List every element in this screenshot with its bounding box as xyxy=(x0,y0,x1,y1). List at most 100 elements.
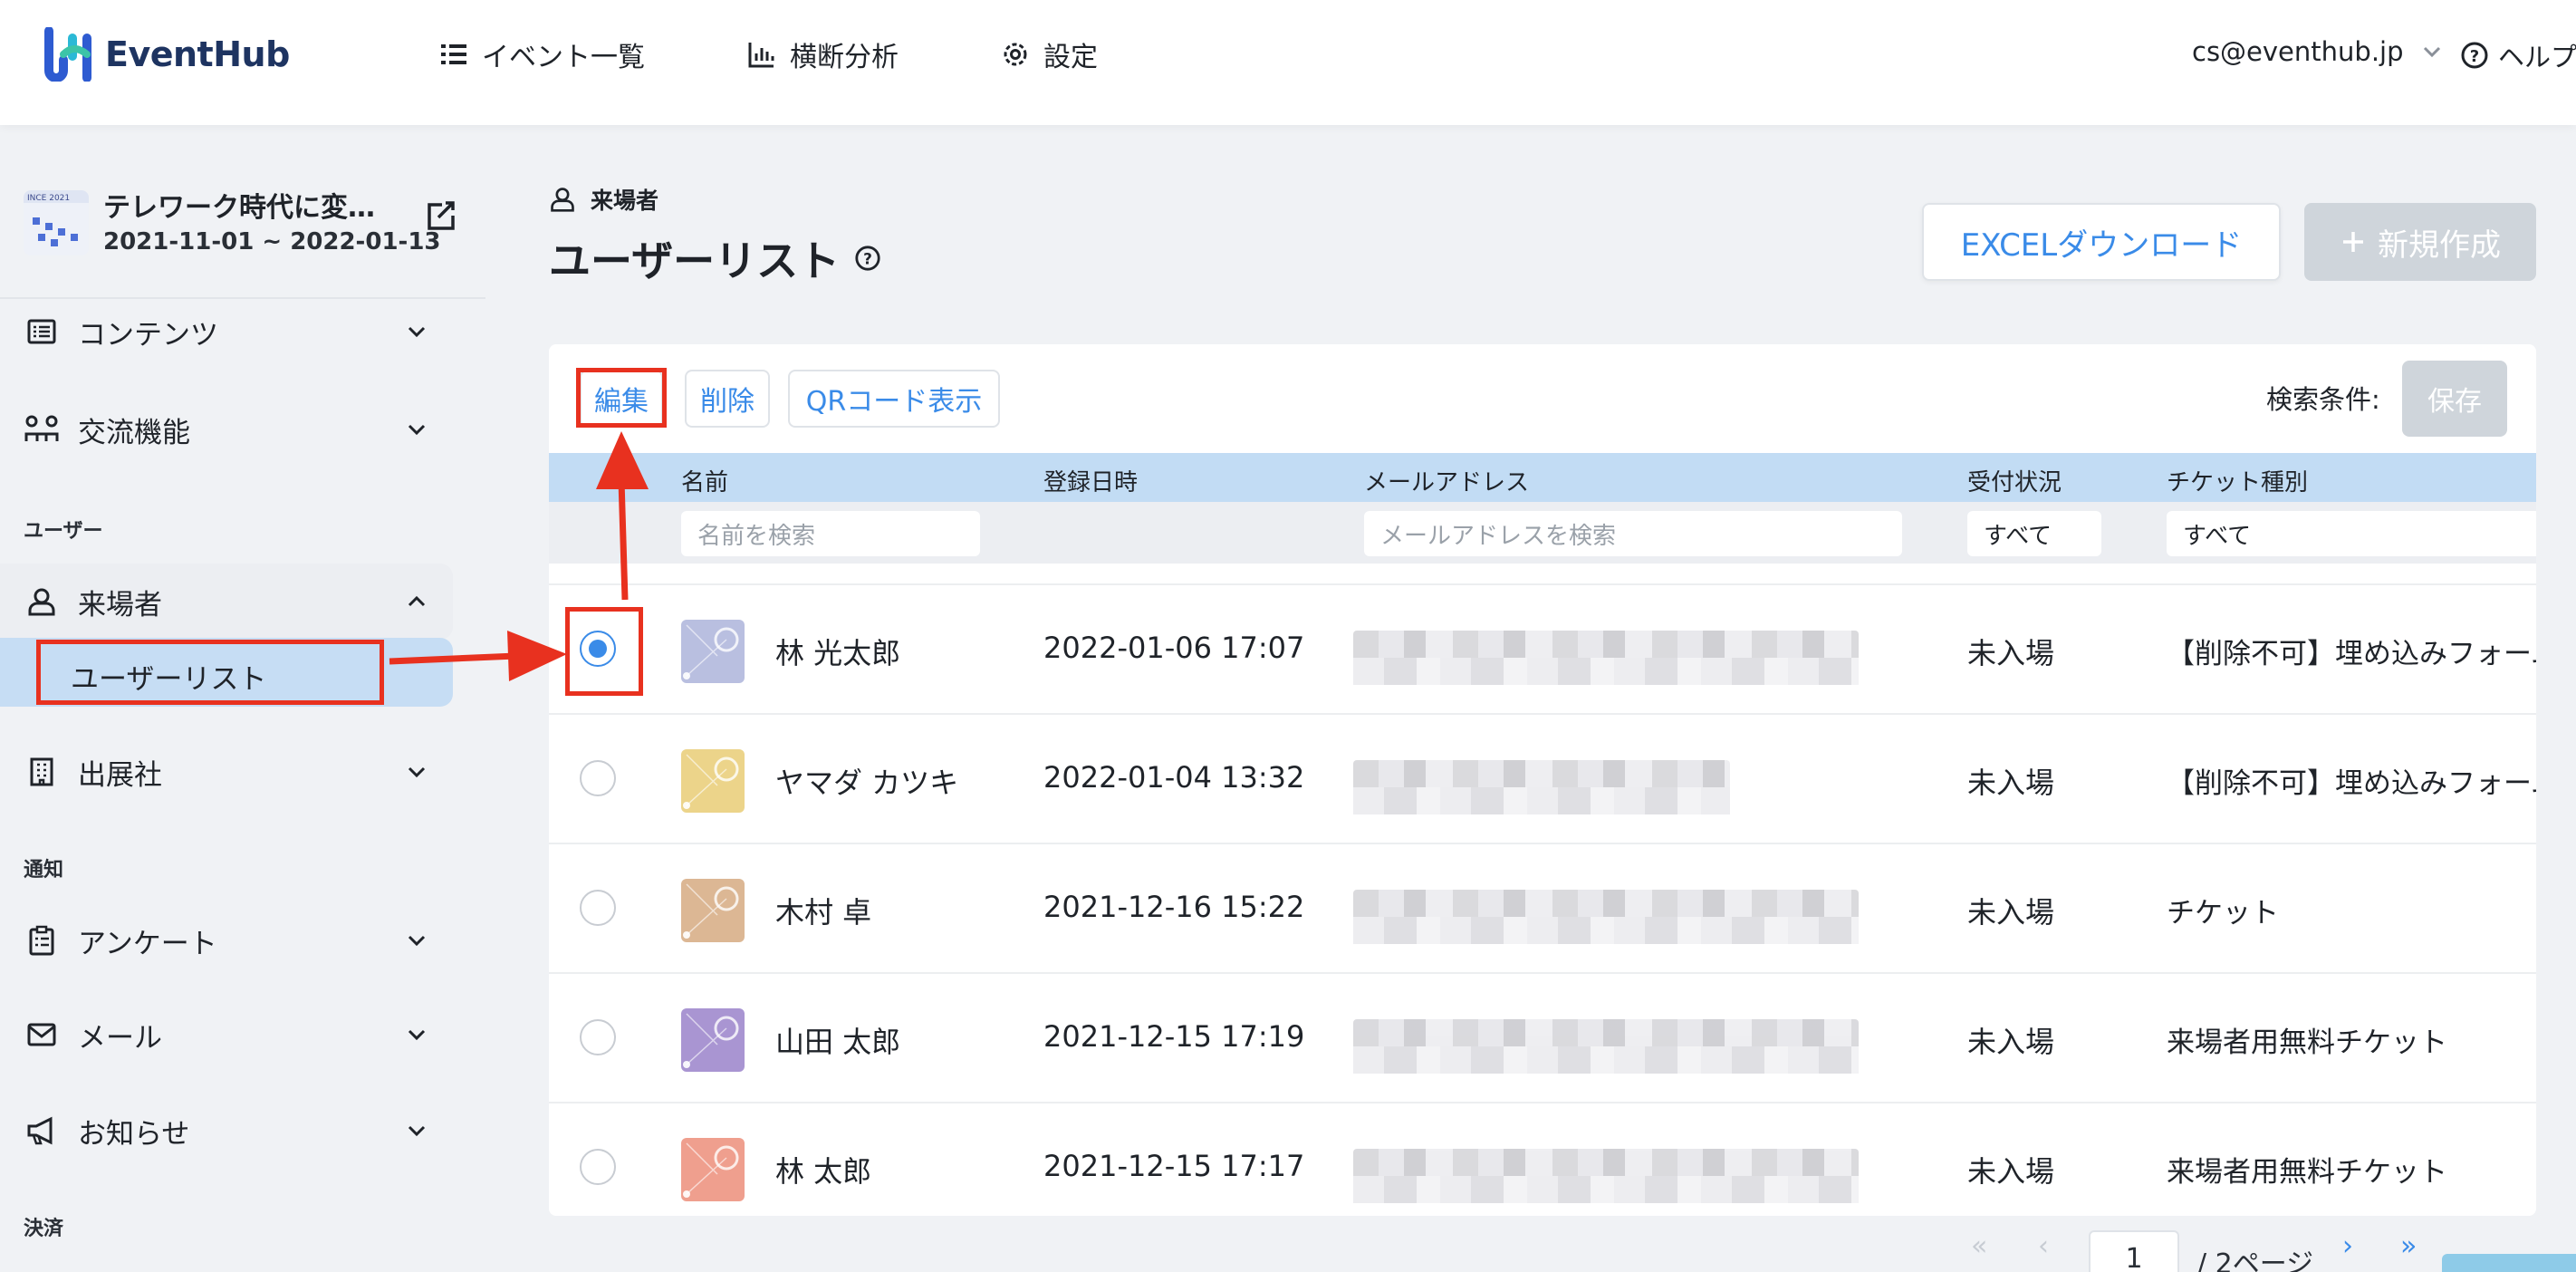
name-search-input[interactable]: 名前を検索 xyxy=(681,511,980,556)
delete-button[interactable]: 削除 xyxy=(685,370,770,428)
row-select-radio[interactable] xyxy=(580,760,616,796)
chevron-down-icon xyxy=(408,326,426,338)
sidebar-item-visitors[interactable]: 来場者 xyxy=(24,576,440,627)
column-header-status[interactable]: 受付状況 xyxy=(1967,464,2062,497)
cell-name[interactable]: ヤマダ カツキ xyxy=(775,760,958,802)
sidebar-item-networking[interactable]: 交流機能 xyxy=(24,404,440,455)
plus-icon xyxy=(2343,232,2363,252)
event-card[interactable]: INCE 2021 テレワーク時代に変… 2021-11-01 ~ 2022-0… xyxy=(24,181,458,290)
event-title: テレワーク時代に変… xyxy=(103,192,375,224)
table-row[interactable]: 山田 太郎 2021-12-15 17:19 未入場 来場者用無料チケット xyxy=(549,972,2536,1101)
next-page-icon[interactable]: › xyxy=(2342,1230,2353,1262)
gear-icon xyxy=(1004,43,1027,66)
user-icon xyxy=(24,583,60,620)
question-circle-icon[interactable]: ? xyxy=(854,245,881,272)
nav-label: 横断分析 xyxy=(790,42,899,73)
svg-text:?: ? xyxy=(2470,47,2479,66)
sidebar-item-contents[interactable]: コンテンツ xyxy=(24,306,440,357)
sidebar-item-label: 出展社 xyxy=(78,758,162,792)
building-icon xyxy=(24,754,60,790)
section-label-user: ユーザー xyxy=(24,520,103,543)
cell-status: 未入場 xyxy=(1967,1025,2055,1059)
list-box-icon xyxy=(24,313,60,350)
cell-registered: 2022-01-06 17:07 xyxy=(1043,631,1305,665)
chevron-down-icon xyxy=(408,1029,426,1041)
prev-page-icon[interactable]: ‹ xyxy=(2038,1230,2049,1262)
sidebar-item-news[interactable]: お知らせ xyxy=(24,1105,440,1156)
row-select-radio[interactable] xyxy=(580,890,616,926)
chevron-down-icon xyxy=(2423,46,2440,58)
account-menu[interactable]: cs@eventhub.jp xyxy=(2192,36,2444,67)
cell-name[interactable]: 林 太郎 xyxy=(775,1149,871,1190)
status-filter-select[interactable]: すべて xyxy=(1967,511,2101,556)
svg-text:INCE 2021: INCE 2021 xyxy=(27,194,70,203)
chevron-up-icon xyxy=(408,595,426,607)
account-email: cs@eventhub.jp xyxy=(2192,36,2404,67)
cell-email-redacted xyxy=(1353,760,1730,814)
cell-registered: 2021-12-15 17:17 xyxy=(1043,1149,1305,1183)
new-create-button[interactable]: 新規作成 xyxy=(2304,203,2536,281)
nav-settings[interactable]: 設定 xyxy=(1000,34,1098,74)
cell-ticket: 【削除不可】埋め込みフォーム xyxy=(2167,767,2536,800)
column-header-ticket[interactable]: チケット種別 xyxy=(2167,464,2308,497)
sidebar-item-mail[interactable]: メール xyxy=(24,1009,440,1060)
table-row[interactable]: 林 光太郎 2022-01-06 17:07 未入場 【削除不可】埋め込みフォーム xyxy=(549,583,2536,712)
cell-registered: 2021-12-15 17:19 xyxy=(1043,1019,1305,1054)
megaphone-icon xyxy=(24,1113,60,1149)
save-search-button[interactable]: 保存 xyxy=(2402,361,2507,437)
email-search-input[interactable]: メールアドレスを検索 xyxy=(1364,511,1902,556)
nav-event-list[interactable]: イベント一覧 xyxy=(438,34,645,74)
cell-status: 未入場 xyxy=(1967,766,2055,800)
cell-ticket: 来場者用無料チケット xyxy=(2167,1156,2447,1189)
column-header-registered[interactable]: 登録日時 xyxy=(1043,464,1138,497)
user-avatar xyxy=(681,879,745,942)
sidebar-item-survey[interactable]: アンケート xyxy=(24,915,440,966)
eventhub-logo-icon xyxy=(44,27,91,82)
breadcrumb: 来場者 xyxy=(549,183,658,216)
sidebar-item-exhibitors[interactable]: 出展社 xyxy=(24,747,440,797)
nav-cross-analysis[interactable]: 横断分析 xyxy=(746,34,899,74)
people-network-icon xyxy=(24,411,60,448)
cell-ticket: 来場者用無料チケット xyxy=(2167,1026,2447,1059)
list-icon xyxy=(441,44,466,64)
page-total: / 2ページ xyxy=(2197,1248,2314,1272)
row-select-radio[interactable] xyxy=(580,1019,616,1055)
ticket-filter-select[interactable]: すべて xyxy=(2167,511,2536,556)
event-thumbnail: INCE 2021 xyxy=(24,190,89,255)
new-create-label: 新規作成 xyxy=(2378,226,2501,264)
logo-text: EventHub xyxy=(105,34,290,74)
cell-status: 未入場 xyxy=(1967,636,2055,670)
column-header-email[interactable]: メールアドレス xyxy=(1364,464,1529,497)
table-row[interactable]: ヤマダ カツキ 2022-01-04 13:32 未入場 【削除不可】埋め込みフォーム xyxy=(549,713,2536,842)
svg-text:?: ? xyxy=(863,250,872,268)
row-select-radio[interactable] xyxy=(580,1149,616,1185)
clipboard-icon xyxy=(24,922,60,959)
cell-name[interactable]: 山田 太郎 xyxy=(775,1019,900,1061)
page-number-input[interactable]: 1 xyxy=(2089,1230,2179,1272)
nav-label: イベント一覧 xyxy=(482,42,645,73)
last-page-icon[interactable]: » xyxy=(2400,1230,2417,1262)
sidebar-item-label: アンケート xyxy=(78,927,217,960)
table-row[interactable]: 林 太郎 2021-12-15 17:17 未入場 来場者用無料チケット xyxy=(549,1102,2536,1216)
sidebar-item-label: お知らせ xyxy=(78,1117,190,1151)
column-header-name[interactable]: 名前 xyxy=(681,464,728,497)
cell-ticket: 【削除不可】埋め込みフォーム xyxy=(2167,638,2536,670)
filter-row: 名前を検索 メールアドレスを検索 すべて すべて xyxy=(549,502,2536,564)
bar-chart-icon xyxy=(748,43,774,68)
highlight-box-radio xyxy=(565,607,643,696)
envelope-icon xyxy=(24,1017,60,1053)
external-link-icon[interactable] xyxy=(422,198,458,234)
cell-status: 未入場 xyxy=(1967,895,2055,930)
table-row[interactable]: 木村 卓 2021-12-16 15:22 未入場 チケット xyxy=(549,843,2536,971)
cell-name[interactable]: 木村 卓 xyxy=(775,890,871,931)
chevron-down-icon xyxy=(408,935,426,947)
eventhub-logo[interactable]: EventHub xyxy=(43,27,290,82)
help-link[interactable]: ? ヘルプ xyxy=(2460,36,2576,74)
excel-download-button[interactable]: EXCELダウンロード xyxy=(1922,203,2281,281)
first-page-icon[interactable]: « xyxy=(1971,1230,1987,1262)
question-circle-icon: ? xyxy=(2461,42,2488,69)
cell-email-redacted xyxy=(1353,890,1859,944)
page-size-select[interactable] xyxy=(2442,1254,2576,1272)
qr-code-button[interactable]: QRコード表示 xyxy=(788,370,1000,428)
cell-name[interactable]: 林 光太郎 xyxy=(775,631,900,672)
